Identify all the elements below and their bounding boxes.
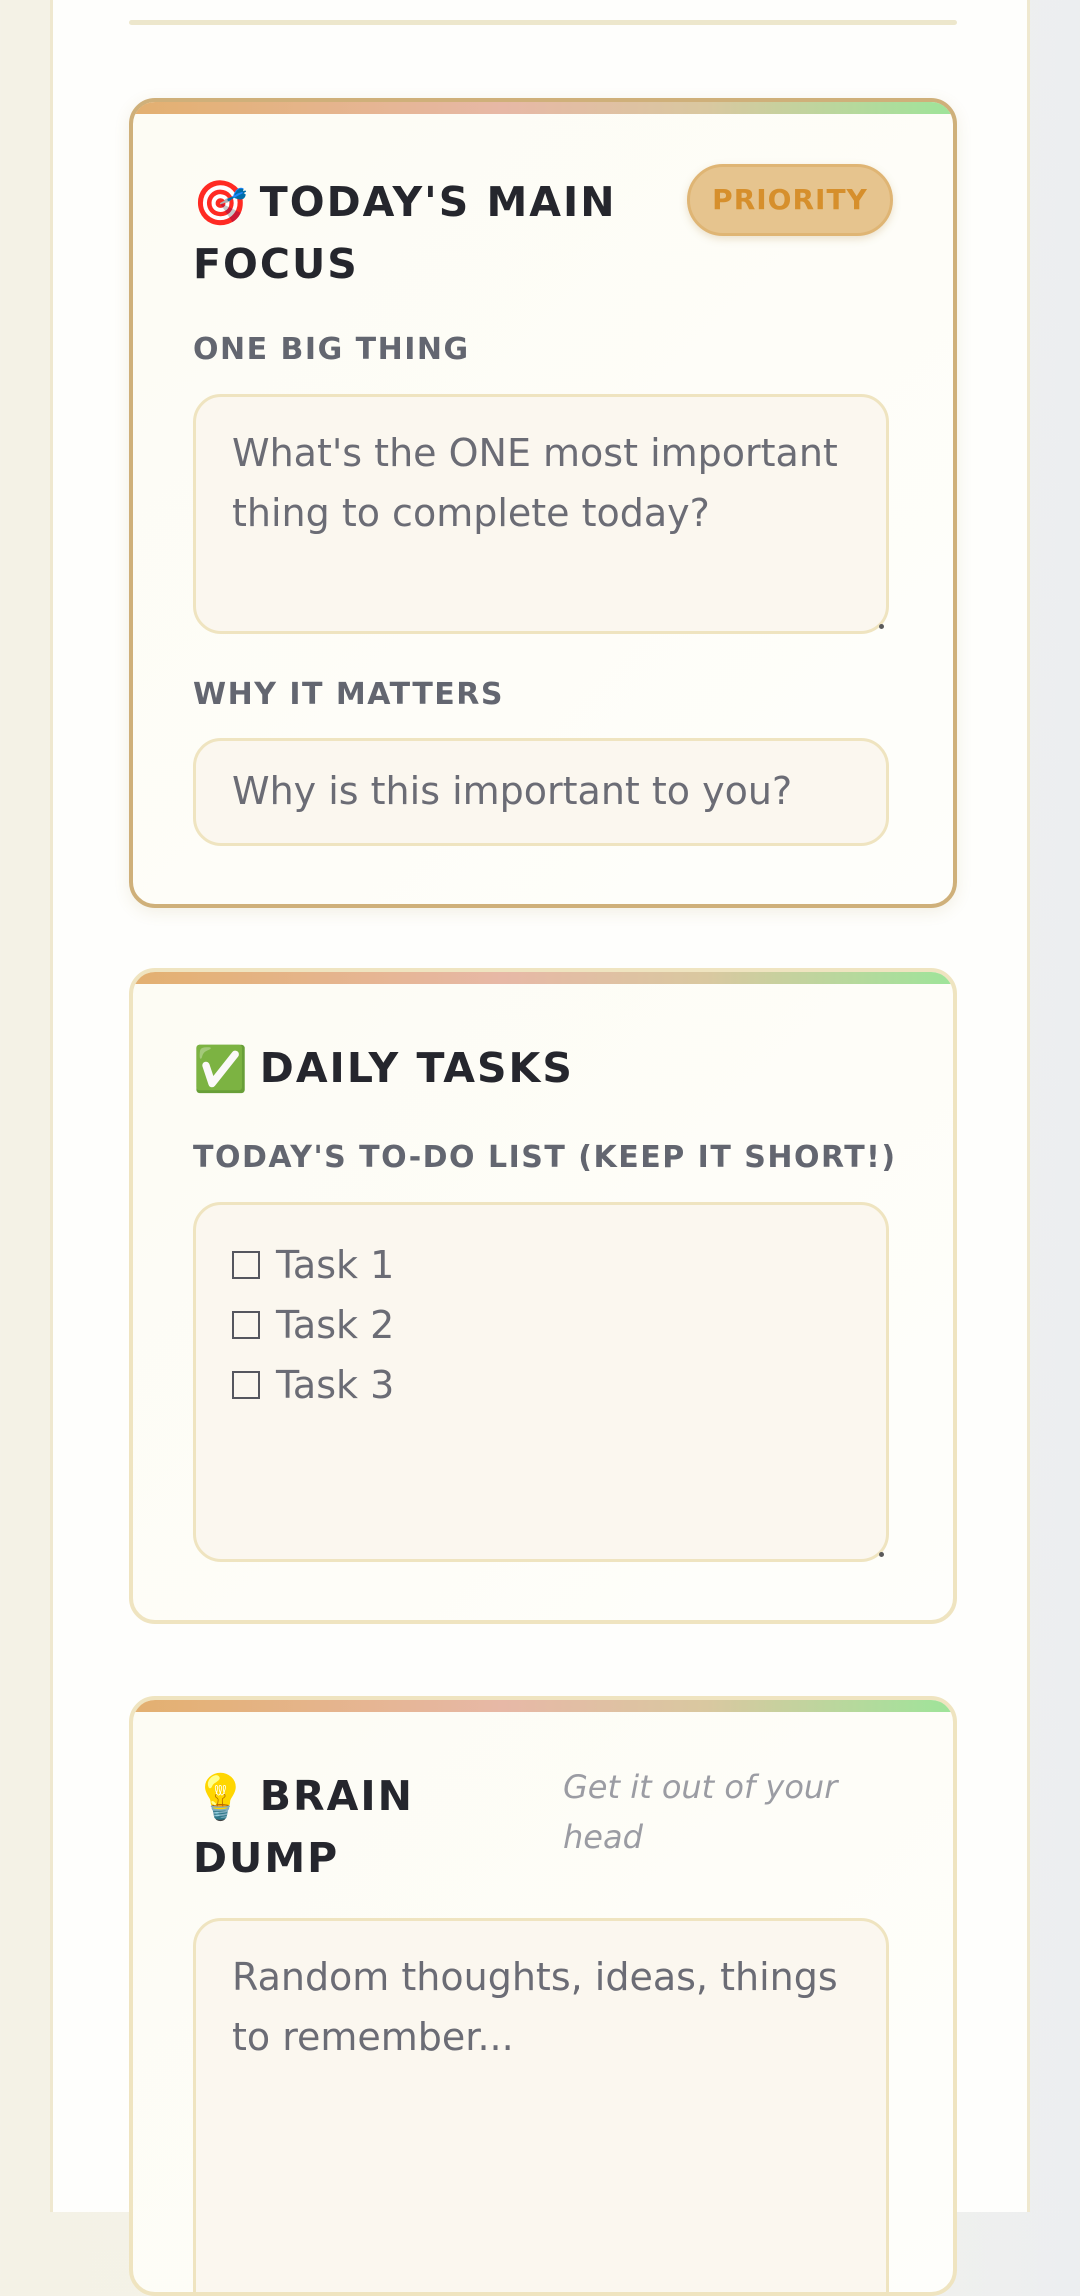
page-sheet: 🎯 TODAY'S MAIN FOCUS PRIORITY ONE BIG THI…: [50, 0, 1030, 2296]
todo-item: Task 1: [232, 1235, 850, 1295]
checkbox-icon: [232, 1311, 260, 1339]
todo-list-textarea[interactable]: Task 1 Task 2 Task 3: [193, 1202, 889, 1562]
why-it-matters-input[interactable]: Why is this important to you?: [193, 738, 889, 846]
todo-item-label: Task 3: [276, 1363, 395, 1407]
lightbulb-icon: 💡: [193, 1772, 250, 1823]
todo-list-label: TODAY'S TO-DO LIST (KEEP IT SHORT!): [193, 1140, 897, 1175]
resize-handle[interactable]: [879, 624, 884, 629]
todo-item-label: Task 1: [276, 1243, 395, 1287]
resize-handle[interactable]: [879, 1552, 884, 1557]
one-big-thing-label: ONE BIG THING: [193, 332, 470, 367]
why-it-matters-label: WHY IT MATTERS: [193, 677, 504, 712]
brain-dump-textarea[interactable]: Random thoughts, ideas, things to rememb…: [193, 1918, 889, 2292]
one-big-thing-placeholder: What's the ONE most important thing to c…: [232, 431, 838, 535]
card-accent-stripe: [133, 1700, 953, 1712]
checkbox-icon: [232, 1371, 260, 1399]
todo-item: Task 3: [232, 1355, 850, 1415]
brain-dump-card: 💡 BRAIN DUMP Get it out of your head Rand…: [129, 1696, 957, 2296]
checkmark-icon: ✅: [193, 1044, 250, 1095]
card-accent-stripe: [133, 102, 953, 114]
brain-dump-title: 💡 BRAIN DUMP: [193, 1766, 473, 1888]
brain-dump-hint: Get it out of your head: [563, 1768, 838, 1856]
todo-item: Task 2: [232, 1295, 850, 1355]
daily-tasks-title-text: DAILY TASKS: [259, 1044, 574, 1092]
card-accent-stripe: [133, 972, 953, 984]
checkbox-icon: [232, 1251, 260, 1279]
target-icon: 🎯: [193, 178, 250, 229]
brain-dump-placeholder: Random thoughts, ideas, things to rememb…: [232, 1955, 838, 2059]
section-divider: [129, 20, 957, 25]
one-big-thing-textarea[interactable]: What's the ONE most important thing to c…: [193, 394, 889, 634]
priority-badge: PRIORITY: [687, 164, 893, 236]
why-it-matters-placeholder: Why is this important to you?: [232, 769, 793, 813]
main-focus-title-text: TODAY'S MAIN FOCUS: [193, 178, 617, 288]
daily-tasks-title: ✅ DAILY TASKS: [193, 1038, 574, 1100]
daily-tasks-card: ✅ DAILY TASKS TODAY'S TO-DO LIST (KEEP IT…: [129, 968, 957, 1624]
todo-item-label: Task 2: [276, 1303, 395, 1347]
main-focus-title: 🎯 TODAY'S MAIN FOCUS: [193, 172, 663, 294]
main-focus-card: 🎯 TODAY'S MAIN FOCUS PRIORITY ONE BIG THI…: [129, 98, 957, 908]
